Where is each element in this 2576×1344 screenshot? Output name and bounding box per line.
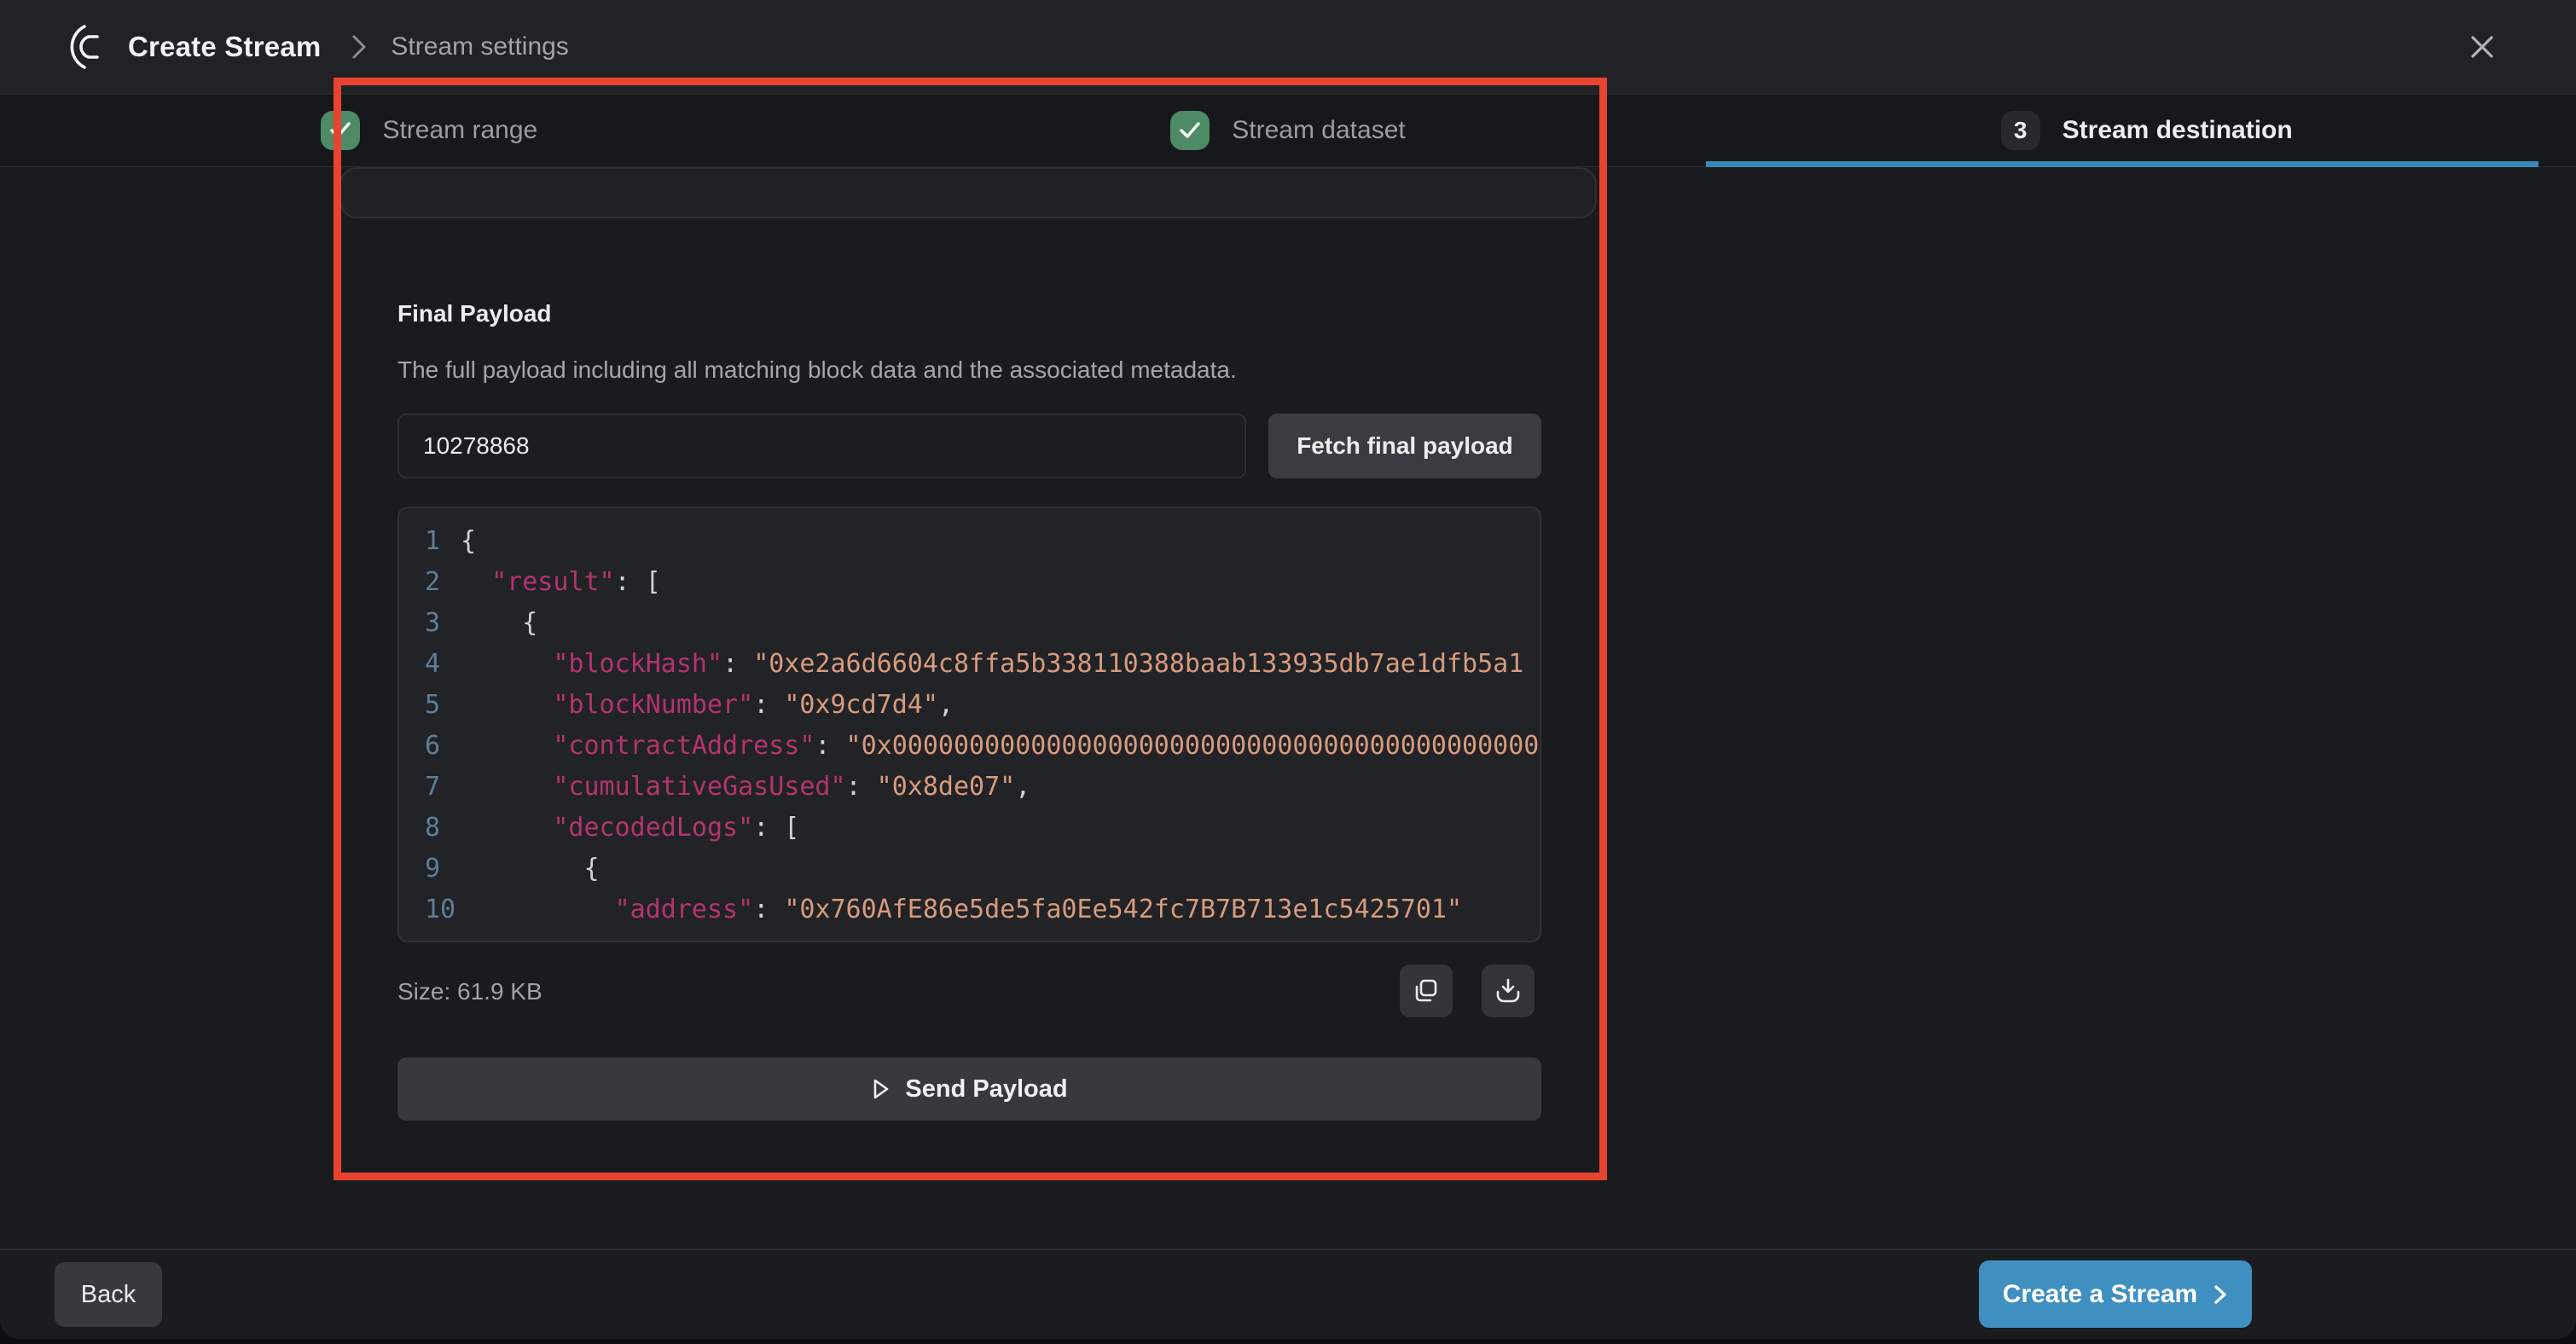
payload-code-viewer[interactable]: 1{2 "result": [3 {4 "blockHash": "0xe2a6… bbox=[397, 507, 1541, 942]
back-button[interactable]: Back bbox=[55, 1262, 162, 1327]
line-number: 7 bbox=[399, 767, 461, 808]
footer-bar: Back Create a Stream bbox=[0, 1248, 2576, 1339]
code-line: 5 "blockNumber": "0x9cd7d4", bbox=[399, 685, 1540, 726]
code-line: 8 "decodedLogs": [ bbox=[399, 808, 1540, 849]
code-line: 7 "cumulativeGasUsed": "0x8de07", bbox=[399, 767, 1540, 808]
line-number: 3 bbox=[399, 603, 461, 644]
breadcrumb-chevron-icon bbox=[350, 32, 368, 61]
line-number: 8 bbox=[399, 808, 461, 849]
code-line: 10 "address": "0x760AfE86e5de5fa0Ee542fc… bbox=[399, 889, 1540, 930]
payload-size-label: Size: 61.9 KB bbox=[397, 978, 542, 1005]
line-number: 2 bbox=[399, 562, 461, 603]
close-icon[interactable] bbox=[2455, 20, 2509, 74]
code-line: 9 { bbox=[399, 849, 1540, 889]
code-line-content: "cumulativeGasUsed": "0x8de07", bbox=[461, 767, 1540, 808]
code-line: 1{ bbox=[399, 521, 1540, 562]
code-line: 4 "blockHash": "0xe2a6d6604c8ffa5b338110… bbox=[399, 644, 1540, 685]
breadcrumb: Stream settings bbox=[391, 32, 568, 61]
line-number: 4 bbox=[399, 644, 461, 685]
step-stream-destination[interactable]: 3 Stream destination bbox=[1717, 95, 2576, 166]
stream-logo-icon bbox=[67, 23, 109, 71]
step-label: Stream destination bbox=[2063, 116, 2293, 145]
page-title: Create Stream bbox=[128, 31, 321, 63]
active-step-underline bbox=[1706, 161, 2538, 167]
line-number: 5 bbox=[399, 685, 461, 726]
code-line: 6 "contractAddress": "0x0000000000000000… bbox=[399, 726, 1540, 767]
send-payload-button[interactable]: Send Payload bbox=[397, 1057, 1541, 1121]
play-icon bbox=[871, 1077, 891, 1101]
code-line-content: "address": "0x760AfE86e5de5fa0Ee542fc7B7… bbox=[461, 889, 1540, 930]
create-stream-button[interactable]: Create a Stream bbox=[1979, 1260, 2252, 1328]
code-line-content: "contractAddress": "0x000000000000000000… bbox=[461, 726, 1540, 767]
line-number: 9 bbox=[399, 849, 461, 889]
code-line-content: { bbox=[461, 521, 1540, 562]
step-number-badge: 3 bbox=[2001, 111, 2040, 150]
download-payload-button[interactable] bbox=[1482, 965, 1535, 1017]
code-line-content: "blockHash": "0xe2a6d6604c8ffa5b33811038… bbox=[461, 644, 1540, 685]
code-line-content: { bbox=[461, 849, 1540, 889]
download-icon bbox=[1494, 977, 1522, 1005]
line-number: 10 bbox=[399, 889, 461, 930]
block-number-input[interactable] bbox=[397, 414, 1246, 478]
chevron-right-icon bbox=[2213, 1282, 2228, 1307]
fetch-final-payload-button[interactable]: Fetch final payload bbox=[1268, 414, 1541, 478]
code-line: 2 "result": [ bbox=[399, 562, 1540, 603]
create-stream-modal: Create Stream Stream settings Stream ran… bbox=[0, 0, 2576, 1339]
code-line-content: "result": [ bbox=[461, 562, 1540, 603]
code-line: 3 { bbox=[399, 603, 1540, 644]
final-payload-description: The full payload including all matching … bbox=[397, 356, 1237, 384]
line-number: 6 bbox=[399, 726, 461, 767]
copy-icon bbox=[1413, 977, 1440, 1005]
code-line-content: "blockNumber": "0x9cd7d4", bbox=[461, 685, 1540, 726]
create-stream-label: Create a Stream bbox=[2003, 1280, 2197, 1309]
line-number: 1 bbox=[399, 521, 461, 562]
final-payload-title: Final Payload bbox=[397, 300, 552, 327]
send-payload-label: Send Payload bbox=[905, 1075, 1067, 1104]
code-lines: 1{2 "result": [3 {4 "blockHash": "0xe2a6… bbox=[399, 521, 1540, 930]
copy-payload-button[interactable] bbox=[1400, 965, 1453, 1017]
code-line-content: "decodedLogs": [ bbox=[461, 808, 1540, 849]
code-line-content: { bbox=[461, 603, 1540, 644]
